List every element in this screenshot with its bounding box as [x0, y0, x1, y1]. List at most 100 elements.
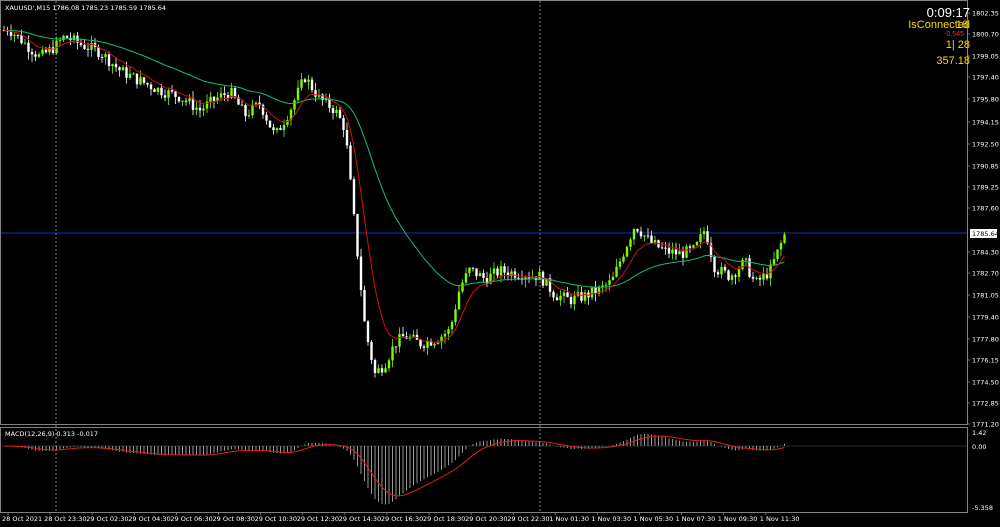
macd-signal-line: [3, 435, 785, 497]
macd-histogram: [1, 433, 967, 505]
candle-body: [625, 246, 629, 257]
candle-body: [335, 109, 338, 114]
slow-moving-average-line: [3, 29, 785, 288]
candle-body: [177, 96, 181, 102]
candle-body: [660, 247, 664, 249]
candle-body: [342, 117, 345, 130]
price-tick-label: 1799.05: [972, 53, 999, 61]
time-tick-label: 29 Oct 04:30: [128, 515, 170, 523]
candle-body: [363, 289, 366, 322]
time-tick-label: 28 Oct 23:30: [44, 515, 86, 523]
candle-body: [23, 42, 27, 44]
candle-body: [97, 47, 100, 57]
candle-body: [783, 234, 786, 243]
candle-body: [251, 104, 254, 116]
candle-body: [65, 35, 69, 38]
candle-body: [20, 35, 23, 44]
candle-body: [349, 145, 352, 180]
hud-value: 357.18: [936, 55, 970, 67]
candle-body: [671, 249, 674, 254]
candle-body: [72, 35, 76, 41]
candle-body: [345, 129, 349, 146]
macd-plot-frame[interactable]: [0, 427, 968, 513]
fast-moving-average-line: [3, 29, 785, 343]
candle-body: [279, 128, 282, 130]
candle-body: [142, 77, 146, 83]
candle-body: [706, 231, 709, 244]
candle-body: [699, 234, 702, 243]
candle-body: [111, 64, 114, 67]
candle-body: [611, 276, 615, 281]
candle-body: [639, 231, 643, 237]
candle-body: [688, 246, 692, 248]
candle-body: [716, 272, 720, 275]
candle-body: [667, 247, 671, 254]
candle-body: [552, 291, 555, 298]
price-tick-label: 1787.60: [972, 205, 999, 213]
time-axis: 28 Oct 2021 28 Oct 23:30 29 Oct 02:30 29 Oc…: [2, 512, 799, 523]
candle-body: [776, 249, 779, 259]
candle-body: [282, 124, 286, 130]
candle-body: [646, 235, 650, 237]
candle-body: [562, 292, 566, 296]
macd-axis-bottom: -5.358: [972, 504, 993, 512]
main-plot-frame[interactable]: [0, 0, 968, 425]
candle-body: [247, 115, 251, 117]
candle-body: [240, 104, 244, 106]
candle-body: [30, 51, 34, 55]
candle-body: [692, 245, 695, 248]
candle-body: [384, 368, 387, 373]
macd-axis-top: 1.42: [972, 429, 986, 437]
candle-body: [758, 277, 762, 280]
candle-body: [184, 100, 188, 102]
candle-body: [352, 179, 356, 215]
price-tick-label: 1792.50: [972, 141, 999, 149]
trading-chart[interactable]: XAUUSD',M15 1786.08 1785.23 1785.59 1785…: [0, 0, 1000, 527]
candle-body: [744, 258, 748, 260]
candle-body: [83, 44, 86, 49]
candle-body: [128, 73, 132, 78]
candle-body: [398, 334, 401, 347]
candle-body: [401, 334, 405, 337]
candle-body: [779, 242, 783, 250]
candle-body: [27, 42, 30, 52]
time-tick-label: 29 Oct 10:30: [255, 515, 297, 523]
time-tick-label: 29 Oct 02:30: [86, 515, 128, 523]
candle-body: [212, 96, 216, 101]
time-tick-label: 29 Oct 12:30: [297, 515, 339, 523]
candle-body: [580, 292, 583, 301]
candle-body: [272, 127, 275, 131]
candle-body: [198, 107, 202, 111]
candle-body: [16, 34, 20, 36]
candle-body: [492, 268, 496, 274]
symbol-info-label: XAUUSD',M15 1786.08 1785.23 1785.59 1785…: [5, 4, 166, 12]
candle-body: [125, 67, 128, 78]
price-tick-label: 1779.40: [972, 314, 999, 322]
time-tick-label: 1 Nov 01:30: [549, 515, 589, 523]
candle-body: [387, 360, 391, 369]
candle-body: [720, 266, 723, 275]
candle-body: [681, 251, 685, 258]
candle-body: [153, 89, 156, 92]
candle-body: [356, 214, 359, 257]
candle-body: [104, 54, 107, 58]
candle-body: [433, 343, 436, 346]
candle-body: [594, 287, 597, 294]
candle-body: [702, 231, 706, 235]
candle-body: [160, 87, 163, 96]
candle-body: [730, 275, 734, 280]
candle-body: [135, 73, 139, 85]
candle-body: [146, 82, 149, 85]
candle-body: [590, 287, 594, 298]
candle-body: [457, 291, 461, 310]
candle-body: [615, 266, 618, 277]
candle-body: [223, 93, 226, 96]
candle-body: [394, 346, 398, 348]
candle-body: [566, 292, 569, 298]
price-tick-label: 1781.05: [972, 292, 999, 300]
hud-misc: 1| 28: [945, 39, 970, 51]
candle-body: [163, 95, 167, 98]
candle-body: [604, 284, 608, 286]
candle-body: [366, 321, 370, 342]
candle-body: [139, 77, 142, 85]
